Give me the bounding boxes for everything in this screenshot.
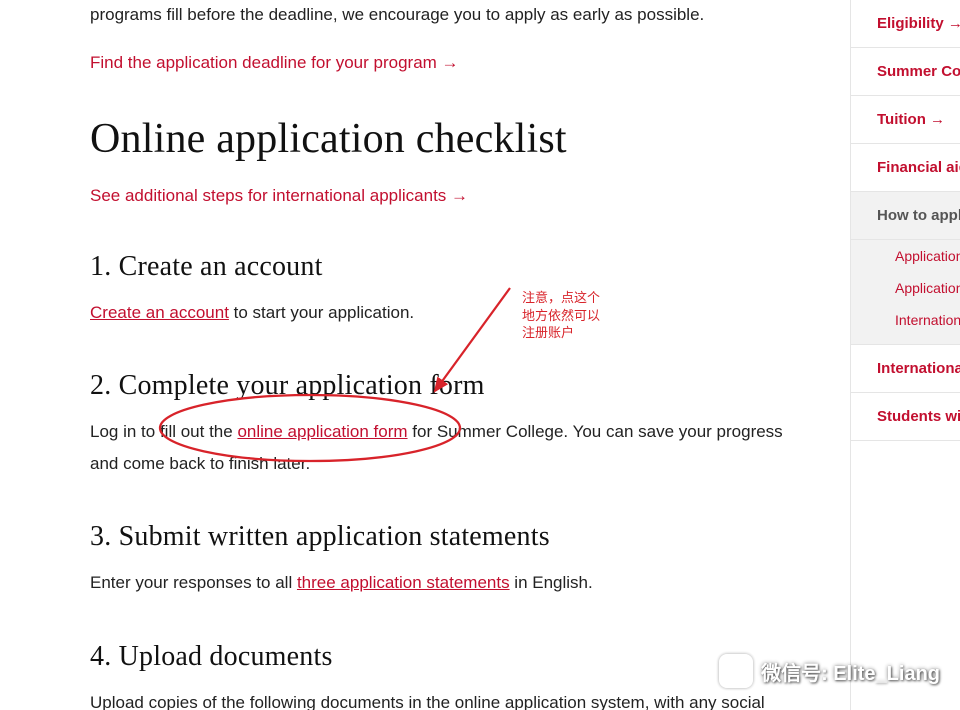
three-statements-link[interactable]: three application statements — [297, 573, 510, 592]
sidebar-nav: Eligibility → Summer College courses → T… — [850, 0, 960, 710]
step2-body: Log in to fill out the online applicatio… — [90, 416, 810, 479]
international-steps-link[interactable]: See additional steps for international a… — [90, 186, 468, 205]
page-heading: Online application checklist — [90, 115, 810, 163]
step3-body: Enter your responses to all three applic… — [90, 567, 810, 598]
step3-post: in English. — [510, 573, 593, 592]
step4-heading: 4. Upload documents — [90, 641, 810, 673]
sidebar-sub-application-deadlines[interactable]: Application deadlines — [851, 272, 960, 304]
sidebar-sub-international[interactable]: International applicants — [851, 304, 960, 336]
sidebar-sub-application-checklist[interactable]: Application checklist — [851, 240, 960, 272]
step1-body: Create an account to start your applicat… — [90, 297, 810, 328]
step1-heading: 1. Create an account — [90, 251, 810, 283]
sidebar-item-eligibility[interactable]: Eligibility → — [851, 0, 960, 48]
sidebar-item-international-students[interactable]: International students → — [851, 345, 960, 393]
sidebar-item-summer-college[interactable]: Summer College courses → — [851, 48, 960, 96]
watermark: 微信号: Elite_Liang — [719, 654, 940, 688]
main-content: programs fill before the deadline, we en… — [0, 0, 850, 710]
step2-heading: 2. Complete your application form — [90, 370, 810, 402]
step4-body: Upload copies of the following documents… — [90, 687, 810, 710]
create-account-link[interactable]: Create an account — [90, 303, 229, 322]
step2-pre: Log in to fill out the — [90, 422, 237, 441]
intro-tail-text: programs fill before the deadline, we en… — [90, 2, 810, 28]
step3-pre: Enter your responses to all — [90, 573, 297, 592]
sidebar-item-how-to-apply[interactable]: How to apply — [851, 192, 960, 240]
find-deadline-link[interactable]: Find the application deadline for your p… — [90, 53, 459, 72]
step1-rest: to start your application. — [229, 303, 414, 322]
sidebar-item-financial-aid[interactable]: Financial aid → — [851, 144, 960, 192]
watermark-label: 微信号: Elite_Liang — [761, 657, 940, 686]
online-application-form-link[interactable]: online application form — [237, 422, 407, 441]
sidebar-item-tuition[interactable]: Tuition → — [851, 96, 960, 144]
sidebar-item-students-with[interactable]: Students with disabilities → — [851, 393, 960, 441]
wechat-icon — [719, 654, 753, 688]
step3-heading: 3. Submit written application statements — [90, 521, 810, 553]
annotation-note: 注意，点这个地方依然可以注册账户 — [522, 289, 602, 342]
sidebar-subgroup: Application checklist Application deadli… — [851, 240, 960, 345]
